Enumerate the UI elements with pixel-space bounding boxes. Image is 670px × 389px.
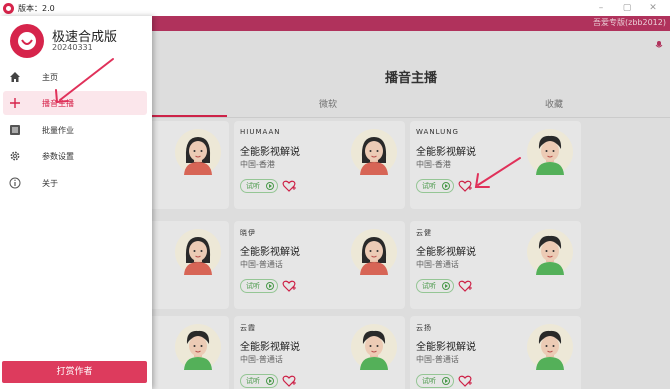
window-titlebar: 版本：2.0 – ▢ ✕ bbox=[0, 0, 670, 16]
sidebar-item-settings[interactable]: 参数设置 bbox=[3, 144, 147, 168]
app-icon bbox=[3, 2, 14, 14]
sidebar-item-home[interactable]: 主页 bbox=[3, 65, 147, 89]
sidebar-item-label: 播音主播 bbox=[42, 98, 74, 108]
minimize-button[interactable]: – bbox=[588, 3, 614, 13]
drawer-overlay[interactable] bbox=[152, 16, 670, 389]
reward-author-button[interactable]: 打赏作者 bbox=[2, 361, 147, 383]
app-version: 20240331 bbox=[52, 43, 93, 52]
window-controls: – ▢ ✕ bbox=[588, 0, 666, 16]
sidebar-item-batch[interactable]: 批量作业 bbox=[3, 118, 147, 142]
sidebar-item-broadcaster[interactable]: 播音主播 bbox=[3, 91, 147, 115]
sidebar-drawer: 极速合成版 20240331 主页 播音主播 批量作业 参数设置 关于 打赏作者 bbox=[0, 16, 152, 389]
version-label: 版本：2.0 bbox=[18, 3, 55, 13]
sidebar-item-about[interactable]: 关于 bbox=[3, 171, 147, 195]
plus-icon bbox=[10, 98, 20, 108]
sidebar-item-label: 参数设置 bbox=[42, 151, 74, 161]
gear-icon bbox=[10, 151, 20, 161]
close-button[interactable]: ✕ bbox=[640, 3, 666, 13]
maximize-button[interactable]: ▢ bbox=[614, 3, 640, 13]
sidebar-item-label: 批量作业 bbox=[42, 125, 74, 135]
home-icon bbox=[10, 72, 20, 82]
sidebar-item-label: 主页 bbox=[42, 72, 58, 82]
list-icon bbox=[10, 125, 20, 135]
app-logo bbox=[10, 24, 44, 58]
info-icon bbox=[9, 177, 21, 189]
sidebar-item-label: 关于 bbox=[42, 178, 58, 188]
